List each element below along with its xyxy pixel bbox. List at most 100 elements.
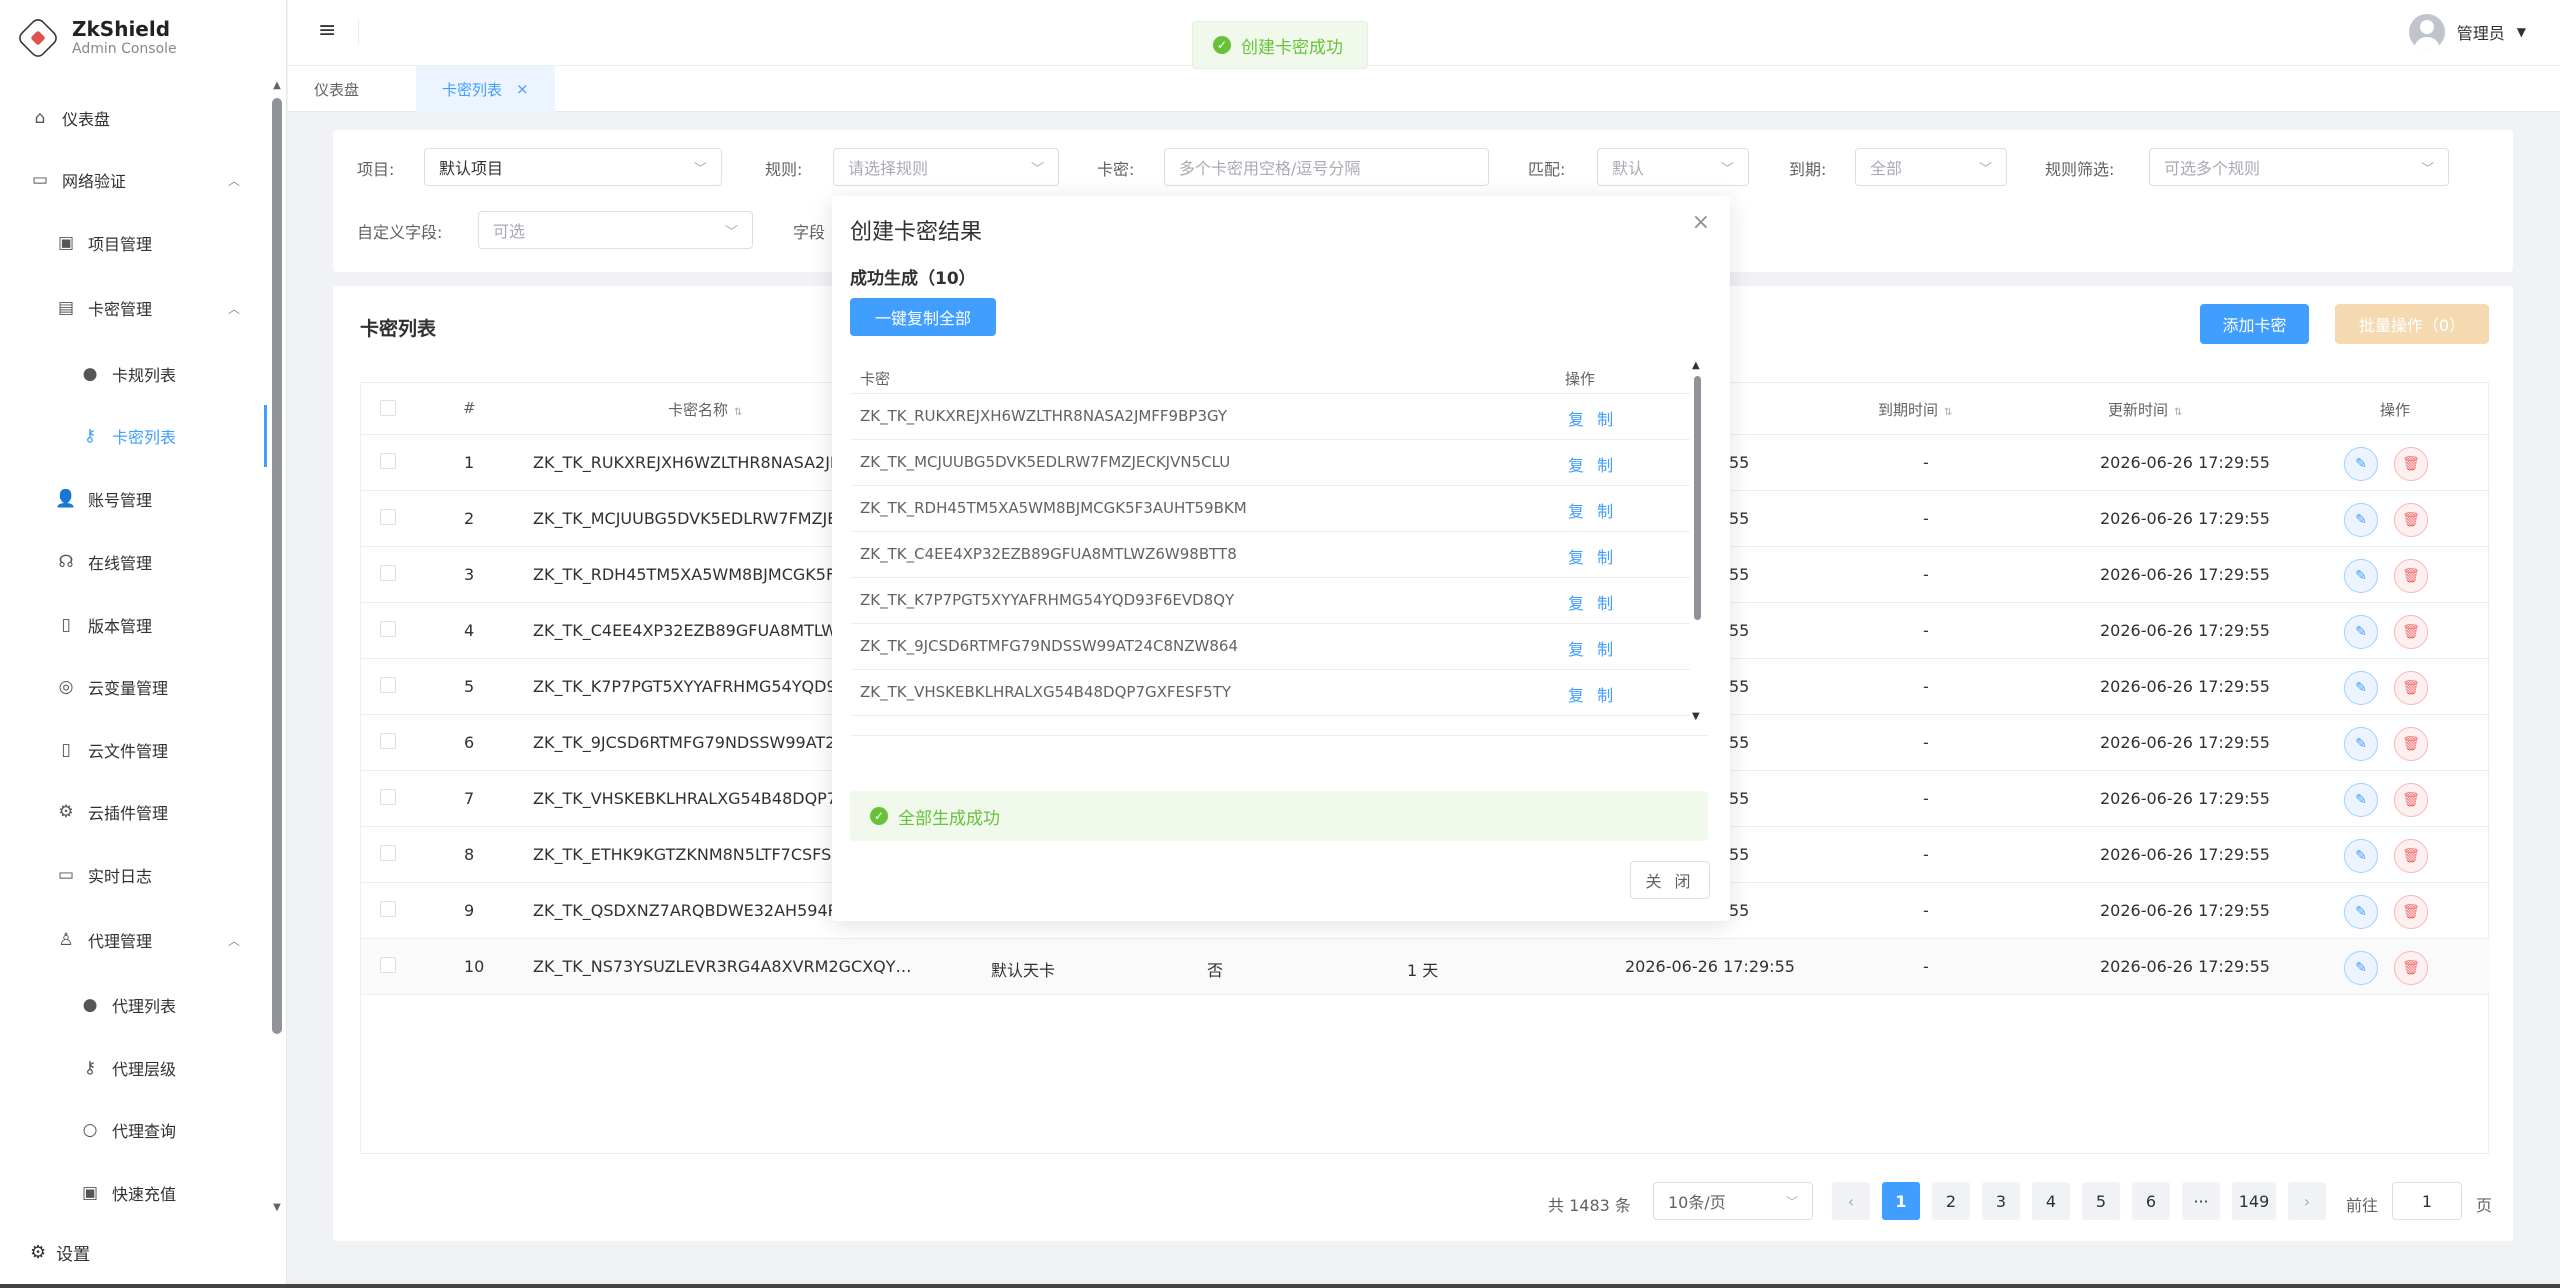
sidebar-item-account-management[interactable]: 👤 账号管理 bbox=[0, 471, 270, 527]
sidebar-item-cloud-plugins[interactable]: ⚙ 云插件管理 bbox=[0, 784, 270, 840]
sidebar-item-project-management[interactable]: ▣ 项目管理 bbox=[0, 215, 270, 271]
sidebar-item-card-rules[interactable]: ● 卡规列表 bbox=[0, 346, 270, 402]
row-checkbox[interactable] bbox=[380, 677, 396, 693]
more-pages-button[interactable]: ··· bbox=[2182, 1182, 2220, 1220]
prev-page-button[interactable]: ‹ bbox=[1832, 1182, 1870, 1220]
row-checkbox[interactable] bbox=[380, 509, 396, 525]
sidebar-item-agent-list[interactable]: ● 代理列表 bbox=[0, 977, 270, 1033]
page-button-5[interactable]: 5 bbox=[2082, 1182, 2120, 1220]
tab-dashboard[interactable]: 仪表盘 bbox=[288, 66, 385, 112]
sort-icon[interactable]: ⇅ bbox=[1944, 407, 1952, 418]
tab-card-list[interactable]: 卡密列表 × bbox=[416, 66, 555, 112]
row-checkbox[interactable] bbox=[380, 957, 396, 973]
delete-button[interactable]: 🗑 bbox=[2394, 503, 2428, 537]
page-button-3[interactable]: 3 bbox=[1982, 1182, 2020, 1220]
copy-link[interactable]: 复 制 bbox=[1568, 544, 1617, 568]
delete-button[interactable]: 🗑 bbox=[2394, 783, 2428, 817]
sort-icon[interactable]: ⇅ bbox=[2174, 407, 2182, 418]
sidebar-item-cloud-variables[interactable]: ◎ 云变量管理 bbox=[0, 659, 270, 715]
scroll-up-arrow-icon[interactable]: ▲ bbox=[270, 80, 284, 91]
copy-link[interactable]: 复 制 bbox=[1568, 452, 1617, 476]
scroll-up-arrow-icon[interactable]: ▲ bbox=[1692, 360, 1700, 371]
scroll-down-arrow-icon[interactable]: ▼ bbox=[270, 1202, 284, 1213]
match-select[interactable]: 默认 ﹀ bbox=[1597, 148, 1749, 186]
menu-toggle-icon[interactable]: ≡ bbox=[318, 18, 336, 43]
col-update-time[interactable]: 更新时间 ⇅ bbox=[2108, 399, 2182, 420]
page-size-select[interactable]: 10条/页 ﹀ bbox=[1653, 1182, 1813, 1220]
batch-operation-button[interactable]: 批量操作（0） bbox=[2335, 304, 2489, 344]
sidebar-item-cloud-files[interactable]: ▯ 云文件管理 bbox=[0, 722, 270, 778]
row-checkbox[interactable] bbox=[380, 845, 396, 861]
edit-button[interactable]: ✎ bbox=[2344, 839, 2378, 873]
delete-button[interactable]: 🗑 bbox=[2394, 951, 2428, 985]
rule-select[interactable]: 请选择规则 ﹀ bbox=[833, 148, 1059, 186]
row-checkbox[interactable] bbox=[380, 621, 396, 637]
delete-button[interactable]: 🗑 bbox=[2394, 727, 2428, 761]
sidebar-item-dashboard[interactable]: ⌂ 仪表盘 bbox=[0, 90, 270, 146]
expire-select[interactable]: 全部 ﹀ bbox=[1855, 148, 2007, 186]
copy-link[interactable]: 复 制 bbox=[1568, 682, 1617, 706]
close-button[interactable]: 关 闭 bbox=[1630, 861, 1710, 899]
sidebar-item-network-auth[interactable]: ▭ 网络验证 ︿ bbox=[0, 152, 270, 208]
page-button-2[interactable]: 2 bbox=[1932, 1182, 1970, 1220]
edit-button[interactable]: ✎ bbox=[2344, 951, 2378, 985]
card-search-input[interactable]: 多个卡密用空格/逗号分隔 bbox=[1164, 148, 1489, 186]
sidebar-item-online-management[interactable]: ☊ 在线管理 bbox=[0, 534, 270, 590]
sidebar-item-realtime-logs[interactable]: ▭ 实时日志 bbox=[0, 847, 270, 903]
sidebar-scrollbar-thumb[interactable] bbox=[272, 98, 282, 1034]
delete-button[interactable]: 🗑 bbox=[2394, 447, 2428, 481]
table-row[interactable]: 10 ZK_TK_NS73YSUZLEVR3RG4A8XVRM2GCXQY… 默认天… bbox=[361, 939, 2490, 995]
close-icon[interactable]: × bbox=[1692, 210, 1710, 235]
sidebar-item-quick-recharge[interactable]: ▣ 快速充值 bbox=[0, 1165, 270, 1216]
select-all-checkbox[interactable] bbox=[380, 400, 396, 416]
row-checkbox[interactable] bbox=[380, 733, 396, 749]
delete-button[interactable]: 🗑 bbox=[2394, 895, 2428, 929]
settings-button[interactable]: ⚙ 设置 bbox=[30, 1240, 90, 1265]
edit-button[interactable]: ✎ bbox=[2344, 447, 2378, 481]
copy-all-button[interactable]: 一键复制全部 bbox=[850, 298, 996, 336]
sidebar-item-agent-management[interactable]: ♙ 代理管理 ︿ bbox=[0, 912, 270, 968]
edit-button[interactable]: ✎ bbox=[2344, 503, 2378, 537]
edit-button[interactable]: ✎ bbox=[2344, 783, 2378, 817]
rule-filter-select[interactable]: 可选多个规则 ﹀ bbox=[2149, 148, 2449, 186]
copy-link[interactable]: 复 制 bbox=[1568, 498, 1617, 522]
page-button-4[interactable]: 4 bbox=[2032, 1182, 2070, 1220]
sidebar-item-card-management[interactable]: ▤ 卡密管理 ︿ bbox=[0, 280, 270, 336]
col-card-name[interactable]: 卡密名称 ⇅ bbox=[668, 399, 742, 420]
row-checkbox[interactable] bbox=[380, 453, 396, 469]
row-checkbox[interactable] bbox=[380, 565, 396, 581]
delete-button[interactable]: 🗑 bbox=[2394, 671, 2428, 705]
custom-field-select[interactable]: 可选 ﹀ bbox=[478, 211, 753, 249]
copy-link[interactable]: 复 制 bbox=[1568, 406, 1617, 430]
col-expire-time[interactable]: 到期时间 ⇅ bbox=[1878, 399, 1952, 420]
next-page-button[interactable]: › bbox=[2288, 1182, 2326, 1220]
add-card-button[interactable]: 添加卡密 bbox=[2200, 304, 2309, 344]
edit-button[interactable]: ✎ bbox=[2344, 615, 2378, 649]
user-menu[interactable]: 管理员 ▼ bbox=[2408, 14, 2526, 50]
goto-page-input[interactable]: 1 bbox=[2392, 1182, 2462, 1220]
scroll-down-arrow-icon[interactable]: ▼ bbox=[1692, 711, 1700, 722]
result-rows[interactable]: ZK_TK_RUKXREJXH6WZLTHR8NASA2JMFF9BP3GY 复 … bbox=[850, 394, 1690, 716]
page-button-6[interactable]: 6 bbox=[2132, 1182, 2170, 1220]
edit-button[interactable]: ✎ bbox=[2344, 895, 2378, 929]
edit-button[interactable]: ✎ bbox=[2344, 671, 2378, 705]
sidebar-item-agent-query[interactable]: ○ 代理查询 bbox=[0, 1102, 270, 1158]
sidebar-item-version-management[interactable]: ▯ 版本管理 bbox=[0, 597, 270, 653]
result-scrollbar-thumb[interactable] bbox=[1694, 376, 1701, 620]
edit-button[interactable]: ✎ bbox=[2344, 727, 2378, 761]
row-checkbox[interactable] bbox=[380, 789, 396, 805]
delete-button[interactable]: 🗑 bbox=[2394, 615, 2428, 649]
delete-button[interactable]: 🗑 bbox=[2394, 559, 2428, 593]
sidebar-item-card-list[interactable]: ⚷ 卡密列表 bbox=[0, 408, 270, 464]
page-button-last[interactable]: 149 bbox=[2232, 1182, 2276, 1220]
edit-button[interactable]: ✎ bbox=[2344, 559, 2378, 593]
delete-button[interactable]: 🗑 bbox=[2394, 839, 2428, 873]
page-button-1[interactable]: 1 bbox=[1882, 1182, 1920, 1220]
row-checkbox[interactable] bbox=[380, 901, 396, 917]
project-select[interactable]: 默认项目 ﹀ bbox=[424, 148, 722, 186]
copy-link[interactable]: 复 制 bbox=[1568, 590, 1617, 614]
close-icon[interactable]: × bbox=[516, 80, 529, 98]
copy-link[interactable]: 复 制 bbox=[1568, 636, 1617, 660]
sidebar-item-agent-levels[interactable]: ⚷ 代理层级 bbox=[0, 1040, 270, 1096]
sort-icon[interactable]: ⇅ bbox=[734, 407, 742, 418]
